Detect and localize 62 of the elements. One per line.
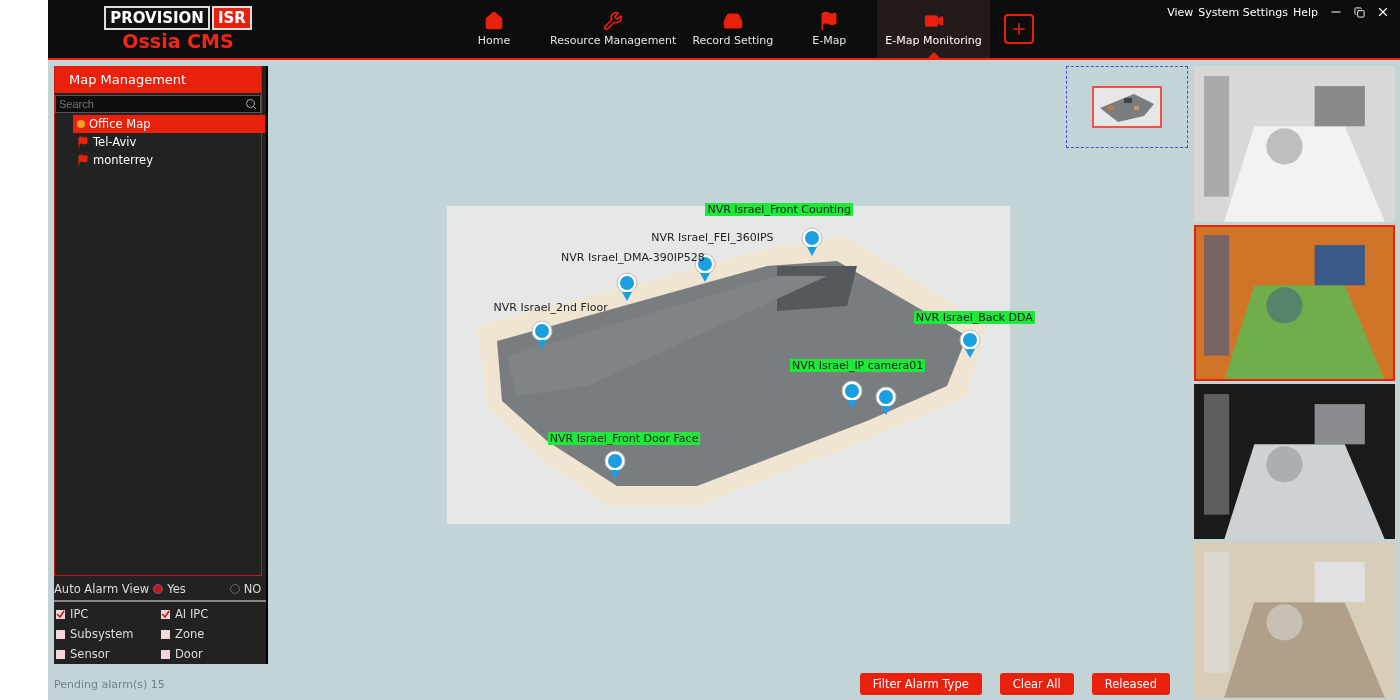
checkbox[interactable]	[56, 609, 65, 619]
search-icon	[245, 98, 257, 110]
camera-label: NVR Israel_Front Counting	[705, 202, 853, 216]
minimap[interactable]	[1066, 66, 1188, 148]
camera-label: NVR Israel_DMA-390IP528	[560, 250, 706, 264]
camera-pin-icon[interactable]	[959, 329, 982, 360]
nav-tab[interactable]: Record Setting	[684, 0, 782, 58]
logo-badge: ISR	[211, 6, 252, 30]
tray-icon	[722, 11, 743, 31]
nav-tab[interactable]: Resource Management	[542, 0, 685, 58]
action-button[interactable]: Released	[1091, 673, 1170, 696]
checkbox-label: Subsystem	[70, 627, 134, 642]
action-button[interactable]: Filter Alarm Type	[859, 673, 982, 696]
radio-label: Yes	[167, 582, 186, 597]
flag-icon	[819, 11, 840, 31]
camera-pin-icon[interactable]	[531, 319, 554, 350]
checkbox[interactable]	[56, 629, 65, 639]
tools-icon	[603, 11, 624, 31]
nav-tab[interactable]: E-Map	[781, 0, 878, 58]
home-icon	[484, 11, 504, 31]
checkbox-label: Sensor	[70, 647, 110, 662]
checkbox[interactable]	[56, 649, 65, 659]
menu-item[interactable]: Help	[1292, 5, 1318, 19]
camera-pin-icon[interactable]	[874, 386, 897, 417]
close-icon[interactable]	[1376, 5, 1390, 19]
radio-label: NO	[243, 582, 262, 597]
flag-icon	[77, 154, 89, 166]
map-dot-icon	[77, 120, 85, 128]
map-name: monterrey	[93, 153, 153, 167]
map-tree-item[interactable]: monterrey	[73, 151, 265, 169]
restore-icon[interactable]	[1354, 6, 1365, 18]
checkbox-label: Zone	[175, 627, 205, 642]
pending-alarms-text: Pending alarm(s) 15	[54, 676, 166, 693]
option-label: Auto Alarm View	[54, 582, 150, 597]
panel-title: Map Management	[55, 66, 261, 93]
camera-pin-icon[interactable]	[604, 450, 627, 481]
checkbox-label: AI IPC	[175, 607, 209, 622]
map-tree-item[interactable]: Office Map	[73, 115, 265, 133]
map-tree-item[interactable]: Tel-Aviv	[73, 133, 265, 151]
checkbox-label: Door	[175, 647, 203, 662]
nav-tab[interactable]: Home	[446, 0, 542, 58]
camera-label: NVR Israel_FEI_360IPS	[650, 231, 775, 245]
search-input[interactable]: Search	[59, 98, 245, 110]
search-field[interactable]: Search	[55, 95, 261, 113]
logo-text: PROVISION	[104, 6, 210, 30]
checkbox[interactable]	[161, 609, 170, 619]
map-name: Tel-Aviv	[93, 135, 137, 149]
checkbox[interactable]	[161, 649, 170, 659]
map-name: Office Map	[89, 117, 151, 131]
camera-pin-icon[interactable]	[840, 380, 863, 411]
camera-label: NVR Israel_2nd Floor	[492, 301, 609, 315]
nav-tab[interactable]: E-Map Monitoring	[877, 0, 990, 58]
menu-item[interactable]: System Settings	[1198, 5, 1288, 19]
flag-icon	[77, 136, 89, 148]
menu-item[interactable]: View	[1167, 5, 1194, 19]
minimap-viewport[interactable]	[1092, 86, 1162, 128]
radio-button[interactable]	[153, 584, 164, 595]
product-name: Ossia CMS	[122, 30, 234, 52]
checkbox-label: IPC	[70, 607, 89, 622]
action-button[interactable]: Clear All	[999, 673, 1074, 696]
checkbox[interactable]	[161, 629, 170, 639]
add-tab-button[interactable]	[1003, 14, 1034, 44]
